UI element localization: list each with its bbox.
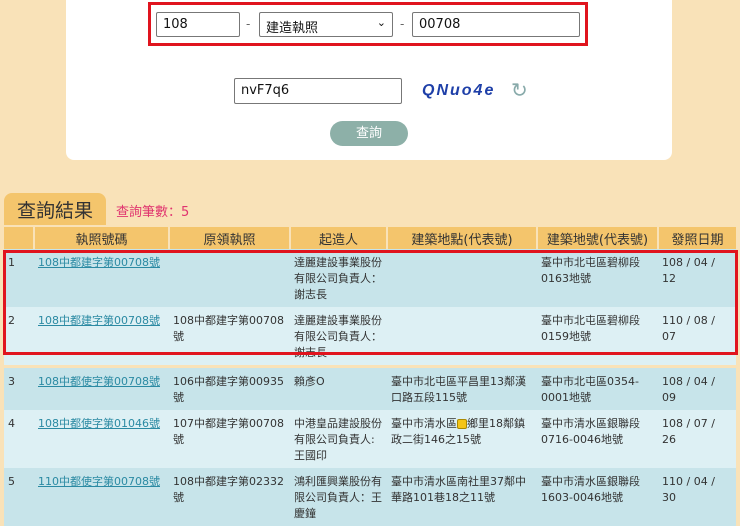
year-input[interactable]: 108: [156, 12, 240, 37]
license-type-select[interactable]: 建造執照 ⌄: [259, 12, 393, 37]
refresh-icon[interactable]: ↻: [511, 78, 528, 102]
license-type-value: 建造執照: [266, 21, 319, 36]
highlight-box-results: [3, 250, 738, 355]
result-count: 查詢筆數：5: [116, 205, 190, 220]
lot: 臺中市北屯區0354-0001地號: [537, 365, 658, 410]
row-index: 3: [4, 365, 34, 410]
lot: 臺中市清水區銀聯段1603-0046地號: [537, 468, 658, 526]
dash: -: [246, 17, 251, 31]
search-button[interactable]: 查詢: [330, 121, 408, 146]
license-link[interactable]: 108中都使字第01046號: [38, 417, 160, 430]
license-link[interactable]: 108中都使字第00708號: [38, 375, 160, 388]
results-tab: 查詢結果: [4, 193, 106, 225]
chevron-down-icon: ⌄: [376, 16, 386, 29]
table-row: 4 108中都使字第01046號 107中都建字第00708號 中港皇品建設股份…: [4, 410, 736, 468]
location: 臺中市清水區 鄉里18鄰鎮政二街146之15號: [387, 410, 537, 468]
original-license: 106中都建字第00935號: [169, 365, 290, 410]
row-index: 5: [4, 468, 34, 526]
captcha-image: QNuo4e: [422, 82, 496, 99]
captcha-input[interactable]: nvF7q6: [234, 78, 402, 104]
issue-date: 108 / 04 / 09: [658, 365, 736, 410]
missing-glyph-icon: [457, 419, 467, 429]
applicant: 中港皇品建設股份有限公司負責人:王國印: [290, 410, 387, 468]
issue-date: 108 / 07 / 26: [658, 410, 736, 468]
lot: 臺中市清水區銀聯段0716-0046地號: [537, 410, 658, 468]
original-license: 108中都建字第02332號: [169, 468, 290, 526]
table-row: 3 108中都使字第00708號 106中都建字第00935號 賴彥O 臺中市北…: [4, 365, 736, 410]
applicant: 賴彥O: [290, 365, 387, 410]
location: 臺中市清水區南社里37鄰中華路101巷18之11號: [387, 468, 537, 526]
applicant: 鴻利匯興業股份有限公司負責人：王慶鐘: [290, 468, 387, 526]
original-license: 107中都建字第00708號: [169, 410, 290, 468]
col-header-location: 建築地點(代表號): [386, 227, 537, 249]
location: 臺中市北屯區平昌里13鄰漢口路五段115號: [387, 365, 537, 410]
col-header-lot: 建築地號(代表號): [536, 227, 658, 249]
col-header-applicant: 起造人: [289, 227, 387, 249]
location-part: 臺中市清水區: [391, 417, 457, 430]
license-link[interactable]: 110中都使字第00708號: [38, 475, 160, 488]
col-header-date: 發照日期: [657, 227, 736, 249]
license-number-input[interactable]: 00708: [412, 12, 580, 37]
col-header-original: 原領執照: [168, 227, 290, 249]
row-index: 4: [4, 410, 34, 468]
col-header-index: [4, 227, 34, 249]
table-row: 5 110中都使字第00708號 108中都建字第02332號 鴻利匯興業股份有…: [4, 468, 736, 526]
dash: -: [400, 17, 405, 31]
issue-date: 110 / 04 / 30: [658, 468, 736, 526]
col-header-license: 執照號碼: [33, 227, 169, 249]
